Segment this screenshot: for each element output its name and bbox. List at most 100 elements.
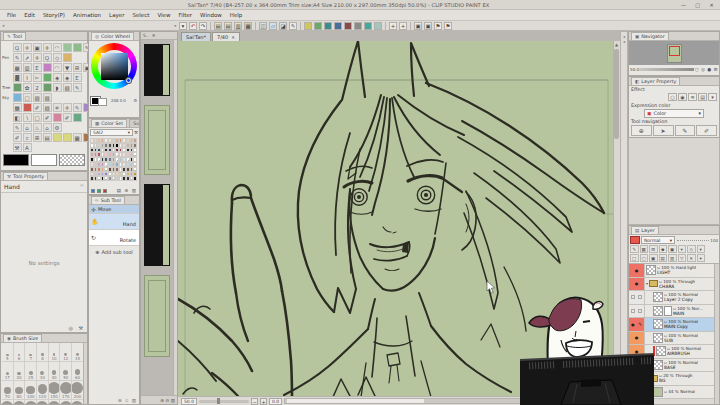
toolbar-icon[interactable]: ▣ bbox=[424, 22, 432, 30]
subview-close-icon[interactable]: ✕ bbox=[152, 33, 156, 38]
tool-icon[interactable]: ✂ bbox=[33, 73, 42, 82]
tab-close-icon[interactable]: ✕ bbox=[231, 35, 235, 40]
tool-icon[interactable]: ✳ bbox=[53, 103, 62, 112]
tool-icon[interactable] bbox=[63, 43, 72, 52]
tool-icon[interactable]: ◠ bbox=[53, 63, 62, 72]
toolbar-icon[interactable]: ▤ bbox=[214, 22, 222, 30]
sub-view-tab[interactable]: Sub View bbox=[129, 119, 139, 127]
color-set-select[interactable]: SAI2▾ bbox=[90, 129, 133, 136]
tool-icon[interactable]: ◇ bbox=[53, 53, 62, 62]
tool-icon[interactable] bbox=[53, 113, 62, 122]
tool-icon[interactable] bbox=[23, 103, 32, 112]
tool-icon[interactable] bbox=[43, 73, 52, 82]
tool-icon[interactable]: ⌂ bbox=[23, 123, 32, 132]
brush-size-12[interactable]: 12 bbox=[60, 343, 72, 362]
subview-footer-icons[interactable]: ⊕ ⊖ ▥ bbox=[141, 395, 177, 404]
layer-toolbar-icon[interactable]: ✎ bbox=[630, 245, 639, 253]
toolbar-icon[interactable]: ↶ bbox=[189, 22, 197, 30]
navigator-preview[interactable] bbox=[629, 41, 719, 65]
rotation-value[interactable]: 0.0 bbox=[269, 398, 282, 405]
tool-icon[interactable]: ✛ bbox=[63, 103, 72, 112]
toolbar-icon[interactable]: ⚑ bbox=[444, 22, 452, 30]
tool-icon[interactable]: ▦ bbox=[13, 63, 22, 72]
layer-toolbar-icon[interactable]: ▾ bbox=[678, 245, 687, 253]
toolbar-icon[interactable]: ▦ bbox=[244, 22, 252, 30]
toolbar-icon[interactable]: ▣ bbox=[414, 22, 422, 30]
tool-icon[interactable]: ✎ bbox=[13, 53, 22, 62]
toolbar-icon[interactable] bbox=[304, 22, 312, 30]
subtool-group-move[interactable]: ✛Move bbox=[89, 205, 139, 214]
tool-icon[interactable]: ⚙ bbox=[53, 123, 62, 132]
brush-size-5[interactable]: 5 bbox=[2, 343, 14, 362]
tool-navigation-button[interactable]: ✎ bbox=[675, 125, 696, 136]
brush-size-350[interactable]: 350 bbox=[25, 400, 37, 405]
tool-icon[interactable]: ▣ bbox=[33, 43, 42, 52]
maximize-button[interactable]: □ bbox=[691, 1, 704, 9]
layer-toolbar-icon[interactable]: ▤ bbox=[659, 254, 668, 262]
layer-panel-tab[interactable]: ▤Layer bbox=[631, 226, 659, 234]
layer-toolbar-icon[interactable]: ▣ bbox=[668, 245, 677, 253]
brush-size-scrollbar[interactable] bbox=[83, 343, 87, 404]
zoom-in-button[interactable]: + bbox=[260, 398, 267, 405]
tool-navigation-button[interactable]: ⊕ bbox=[631, 125, 652, 136]
sub-tool-footer-icons[interactable]: ⊕ ▫ ▥ bbox=[118, 398, 137, 403]
tool-icon[interactable] bbox=[13, 93, 22, 102]
transparent-color-swatch[interactable] bbox=[59, 154, 85, 166]
color-swatch[interactable] bbox=[133, 176, 137, 181]
toolbar-icon[interactable]: + bbox=[399, 22, 407, 30]
page-thumbnail-1[interactable] bbox=[144, 44, 170, 96]
tool-icon[interactable]: ✎ bbox=[13, 123, 22, 132]
tool-icon[interactable]: E bbox=[33, 63, 42, 72]
tool-icon[interactable] bbox=[73, 43, 82, 52]
brush-size-20[interactable]: 20 bbox=[14, 362, 26, 381]
minimize-button[interactable]: — bbox=[677, 1, 690, 9]
eye-icon[interactable]: ● bbox=[631, 322, 635, 327]
effect-icon[interactable]: ▤ bbox=[698, 93, 707, 101]
layer-row[interactable]: ▫ 100 % Nor...MAIN bbox=[629, 305, 719, 319]
tool-icon[interactable] bbox=[73, 113, 82, 122]
canvas-horizontal-scrollbar[interactable] bbox=[284, 398, 589, 404]
color-set-footer-icons[interactable]: ▤ ⊕ ▥ bbox=[117, 188, 137, 193]
layer-row[interactable]: ▫ 44 % Normal bbox=[629, 386, 719, 400]
toolbar-icon[interactable]: + bbox=[389, 22, 397, 30]
tool-icon[interactable]: ✛ bbox=[43, 43, 52, 52]
toolbar-icon[interactable] bbox=[374, 22, 382, 30]
tool-navigation-button[interactable]: ✐ bbox=[696, 125, 717, 136]
tool-property-footer-icons[interactable]: ◎ ⚒ bbox=[69, 325, 85, 331]
brush-size-300[interactable]: 300 bbox=[14, 400, 26, 405]
eye-icon[interactable]: ● bbox=[635, 335, 639, 340]
tool-icon[interactable]: ◧ bbox=[13, 113, 22, 122]
eye-icon[interactable]: ● bbox=[635, 376, 639, 381]
brush-size-50[interactable]: 50 bbox=[60, 362, 72, 381]
toolbar-icon[interactable]: ◪ bbox=[279, 22, 287, 30]
brush-size-70[interactable]: 70 bbox=[2, 381, 14, 400]
tool-icon[interactable]: ✐ bbox=[63, 113, 72, 122]
brush-size-80[interactable]: 80 bbox=[14, 381, 26, 400]
layer-toolbar-icon[interactable]: ▦ bbox=[640, 245, 649, 253]
gear-icon[interactable]: ⚙ bbox=[133, 98, 137, 103]
toolbar-icon[interactable] bbox=[364, 22, 372, 30]
toolbar-icon[interactable] bbox=[354, 22, 362, 30]
subtool-item-rotate[interactable]: ↻Rotate bbox=[89, 230, 139, 246]
menu-layer[interactable]: Layer bbox=[109, 12, 124, 18]
brush-size-100[interactable]: 100 bbox=[25, 381, 37, 400]
page-thumbnail-3[interactable] bbox=[144, 184, 170, 266]
toolbar-icon[interactable]: ▱ bbox=[269, 22, 277, 30]
tool-icon[interactable]: ⌂ bbox=[43, 123, 52, 132]
expression-color-select[interactable]: ▣Color▾ bbox=[644, 109, 704, 118]
layer-property-tab[interactable]: ◧Layer Property bbox=[631, 77, 680, 85]
tool-icon[interactable]: ⊞ bbox=[33, 133, 42, 142]
tool-icon[interactable]: ▢ bbox=[33, 113, 42, 122]
tool-icon[interactable]: ⊞ bbox=[73, 63, 82, 72]
menu-select[interactable]: Select bbox=[132, 12, 149, 18]
tool-icon[interactable]: ▨ bbox=[43, 93, 52, 102]
tool-icon[interactable]: ✿ bbox=[23, 83, 32, 92]
canvas-vertical-scrollbar[interactable]: ▲ ▼ bbox=[613, 41, 620, 396]
tool-icon[interactable]: ▨ bbox=[33, 93, 42, 102]
close-button[interactable]: ✕ bbox=[705, 1, 718, 9]
tool-icon[interactable]: ▼ bbox=[63, 63, 72, 72]
brush-size-500[interactable]: 500 bbox=[49, 400, 61, 405]
tool-icon[interactable]: ▨ bbox=[63, 83, 72, 92]
blend-mode-select[interactable]: Normal▾ bbox=[641, 236, 675, 244]
layer-toolbar-icon[interactable]: ✕ bbox=[687, 254, 696, 262]
